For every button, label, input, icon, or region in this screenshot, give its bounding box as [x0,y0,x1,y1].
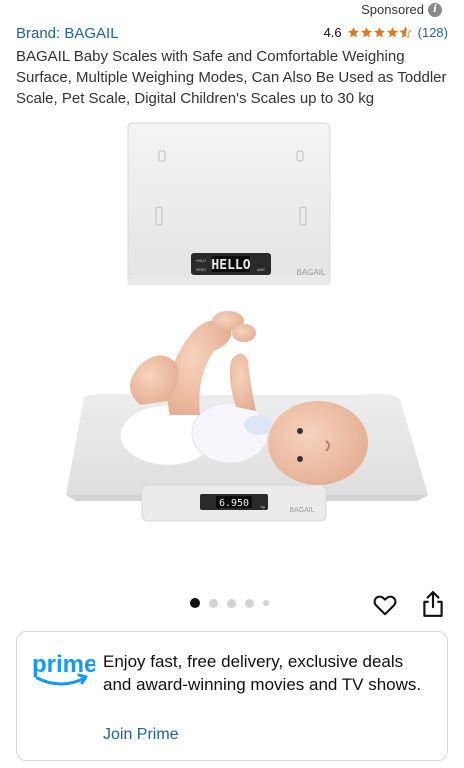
half-star-icon [398,26,412,39]
info-icon[interactable]: i [428,2,442,17]
svg-text:HOLD: HOLD [196,259,206,263]
rating-summary[interactable]: 4.6 (128) [324,25,448,40]
star-icon [360,27,372,38]
display-hello: HELLO [211,258,250,273]
svg-text:UNIT: UNIT [257,268,266,272]
carousel-dot[interactable] [209,598,218,608]
prime-promo-card[interactable]: prime Enjoy fast, free delivery, exclusi… [16,631,448,761]
product-title[interactable]: BAGAIL Baby Scales with Safe and Comfort… [16,46,448,109]
product-image[interactable]: HELLO HOLD ZERO UNIT BAGAIL 6.950 kg BAG… [0,115,464,595]
star-icon [386,27,398,38]
svg-text:prime: prime [32,651,95,678]
svg-text:ZERO: ZERO [196,268,206,272]
svg-text:BAGAIL: BAGAIL [289,507,314,514]
sponsored-text: Sponsored [361,2,424,17]
star-icon [347,27,359,38]
carousel-dot[interactable] [245,598,254,608]
sponsored-label[interactable]: Sponsored i [361,2,442,17]
svg-text:kg: kg [261,505,265,509]
scale-with-baby: 6.950 kg BAGAIL [66,311,428,522]
brand-link[interactable]: Brand: BAGAIL [16,25,119,42]
carousel-dots[interactable] [190,598,269,608]
star-rating [347,26,412,39]
join-prime-link[interactable]: Join Prime [103,726,179,744]
scale-top-view: HELLO HOLD ZERO UNIT BAGAIL [127,122,331,285]
heart-icon[interactable] [372,592,398,618]
prime-logo-icon: prime [32,651,95,686]
carousel-dot[interactable] [263,600,269,606]
prime-message: Enjoy fast, free delivery, exclusive dea… [103,652,422,694]
brand-mark: BAGAIL [297,268,326,277]
rating-value: 4.6 [323,25,342,40]
display-weight: 6.950 [219,498,249,509]
share-icon[interactable] [420,590,446,618]
rating-count[interactable]: (128) [418,25,448,40]
star-icon [373,27,385,38]
carousel-dot[interactable] [190,598,200,608]
carousel-dot[interactable] [227,598,236,608]
